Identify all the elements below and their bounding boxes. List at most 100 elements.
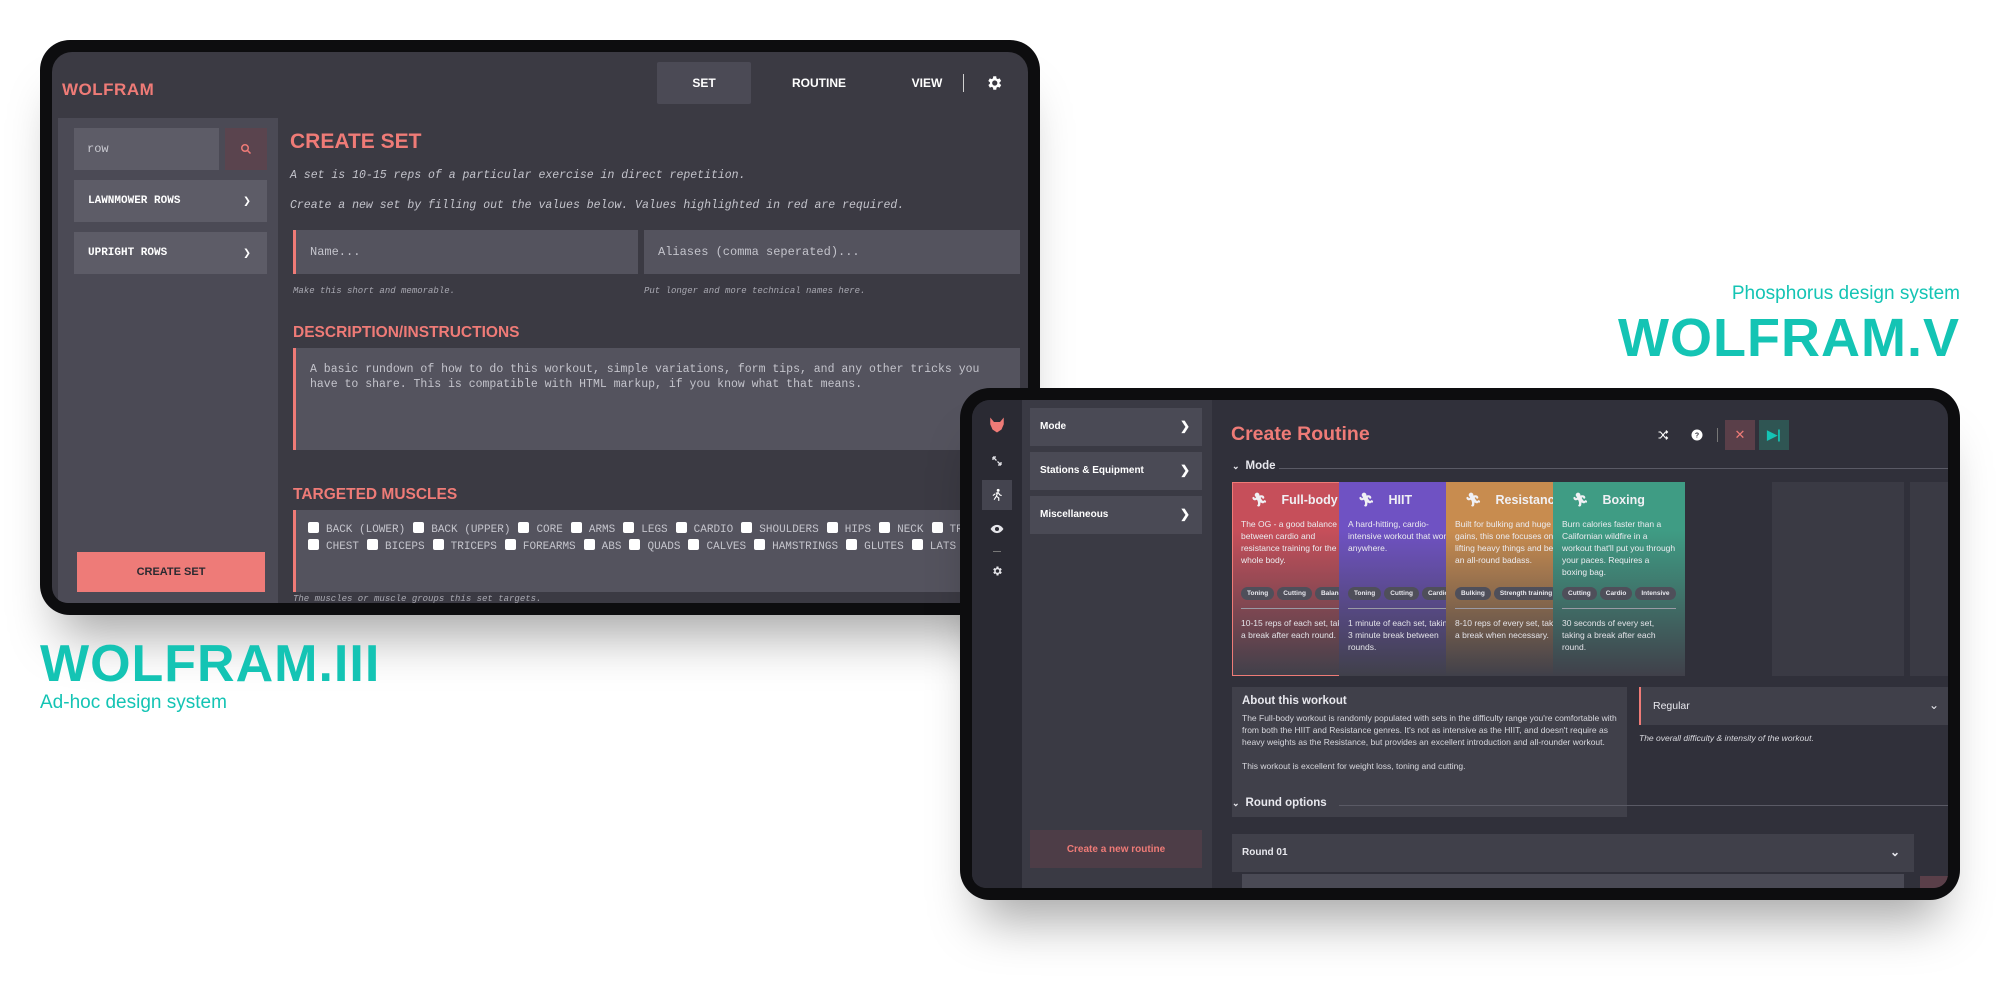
muscle-label: ARMS [588,524,616,536]
checkbox[interactable] [583,539,595,550]
checkbox[interactable] [879,522,891,533]
tab-routine[interactable]: ROUTINE [772,62,866,104]
round-options-heading: ⌄ Round options [1232,797,1327,809]
checkbox[interactable] [518,522,530,533]
muscle-label: BACK (LOWER) [326,524,406,536]
section-label: Round options [1245,797,1327,809]
card-title-row: 🏃︎ Full-body [1241,492,1355,508]
muscles-heading: TARGETED MUSCLES [293,486,458,503]
runner-icon[interactable] [982,480,1012,510]
nav-item-stations-equipment[interactable]: Stations & Equipment ❯ [1030,452,1202,490]
checkbox[interactable] [931,522,943,533]
remove-round-button[interactable] [1920,876,1948,888]
muscle-option[interactable]: FOREARMS [504,539,576,556]
collapse-icon[interactable] [982,446,1012,476]
result-item-upright-rows[interactable]: UPRIGHT ROWS ❯ [74,232,267,274]
result-item-lawnmower-rows[interactable]: LAWNMOWER ROWS ❯ [74,180,267,222]
checkbox[interactable] [754,539,766,550]
muscle-option[interactable]: GLUTES [846,539,904,556]
muscle-option[interactable]: NECK [879,522,924,539]
muscle-label: CARDIO [693,524,734,536]
muscle-option[interactable]: ABS [583,539,621,556]
description-textarea[interactable]: A basic rundown of how to do this workou… [293,348,1020,450]
muscle-option[interactable]: CORE [518,522,563,539]
tag: Cutting [1562,587,1597,600]
tag: Strength training [1493,587,1559,600]
muscle-option[interactable]: CARDIO [675,522,734,539]
help-icon[interactable]: ? [1682,420,1712,450]
tag: Cutting [1277,587,1312,600]
muscle-option[interactable]: QUADS [629,539,680,556]
checkbox[interactable] [846,539,858,550]
result-label: LAWNMOWER ROWS [88,195,181,207]
checkbox[interactable] [308,539,319,550]
muscle-option[interactable]: BICEPS [367,539,425,556]
runner-icon: 🏃︎ [1358,492,1375,507]
eye-icon[interactable] [982,514,1012,544]
muscle-option[interactable]: ARMS [570,522,616,539]
muscle-label: CORE [536,524,563,536]
checkbox[interactable] [413,522,425,533]
checkbox[interactable] [623,522,635,533]
tag: Cardio [1599,587,1633,600]
round-set-row[interactable] [1242,874,1904,888]
close-icon[interactable]: ✕ [1725,420,1755,450]
muscle-option[interactable]: SHOULDERS [741,522,819,539]
name-field[interactable]: Name... [293,230,638,274]
muscle-label: TRICEPS [450,541,497,553]
checkbox[interactable] [629,539,641,550]
gear-icon[interactable] [982,556,1012,586]
checkbox[interactable] [367,539,379,550]
chevron-right-icon: ❯ [1179,463,1190,477]
chevron-down-icon: ⌄ [1232,798,1240,808]
checkbox[interactable] [570,522,582,533]
checkbox[interactable] [504,539,516,550]
tab-set[interactable]: SET [657,62,751,104]
muscle-label: HIPS [844,524,872,536]
aliases-field[interactable]: Aliases (comma seperated)... [644,230,1020,274]
search-input[interactable]: row [74,128,219,170]
muscle-label: CALVES [706,541,747,553]
tab-view[interactable]: VIEW [892,62,962,104]
card-title: HIIT [1388,493,1413,507]
muscle-option[interactable]: HIPS [826,522,872,539]
checkbox[interactable] [688,539,700,550]
name-hint: Make this short and memorable. [293,286,456,296]
checkbox[interactable] [308,522,319,533]
checkbox[interactable] [432,539,444,550]
toolbar-divider [1717,428,1718,442]
gear-icon[interactable] [985,74,1003,92]
checkbox[interactable] [741,522,753,533]
shuffle-icon[interactable] [1648,420,1678,450]
search-button[interactable] [225,128,267,170]
nav-item-miscellaneous[interactable]: Miscellaneous ❯ [1030,496,1202,534]
create-new-routine-button[interactable]: Create a new routine [1030,830,1202,868]
checkbox[interactable] [911,539,923,550]
checkbox[interactable] [675,522,687,533]
card-description: The OG - a good balance between cardio a… [1241,519,1337,565]
tag: Toning [1348,587,1382,600]
checkbox[interactable] [826,522,838,533]
runner-icon: 🏃︎ [1251,492,1268,507]
card-note: 10-15 reps of each set, taking a break a… [1241,618,1353,640]
mode-card-boxing[interactable]: 🏃︎ Boxing Burn calories faster than a Cali… [1553,482,1685,676]
muscle-option[interactable]: BACK (UPPER) [413,522,510,539]
muscle-option[interactable]: CALVES [688,539,746,556]
about-body: The Full-body workout is randomly popula… [1242,713,1617,747]
muscle-option[interactable]: BACK (LOWER) [308,522,405,539]
instructions-text: Create a new set by filling out the valu… [290,199,905,212]
muscle-option[interactable]: LATS [911,539,956,556]
skip-to-end-icon[interactable]: ▶| [1759,420,1789,450]
nav-item-mode[interactable]: Mode ❯ [1030,408,1202,446]
card-title: Full-body [1281,493,1338,507]
muscle-option[interactable]: LEGS [623,522,668,539]
muscle-option[interactable]: HAMSTRINGS [754,539,838,556]
wolfram3-tagline: Ad-hoc design system [40,692,227,713]
result-label: UPRIGHT ROWS [88,247,168,259]
round-accordion[interactable]: Round 01 ⌄ [1232,834,1914,872]
create-set-button[interactable]: CREATE SET [77,552,265,592]
muscle-option[interactable]: TRICEPS [432,539,497,556]
difficulty-select[interactable]: Regular ⌄ [1639,687,1948,725]
muscle-option[interactable]: CHEST [308,539,359,556]
mode-section-heading: ⌄ Mode [1232,460,1276,472]
